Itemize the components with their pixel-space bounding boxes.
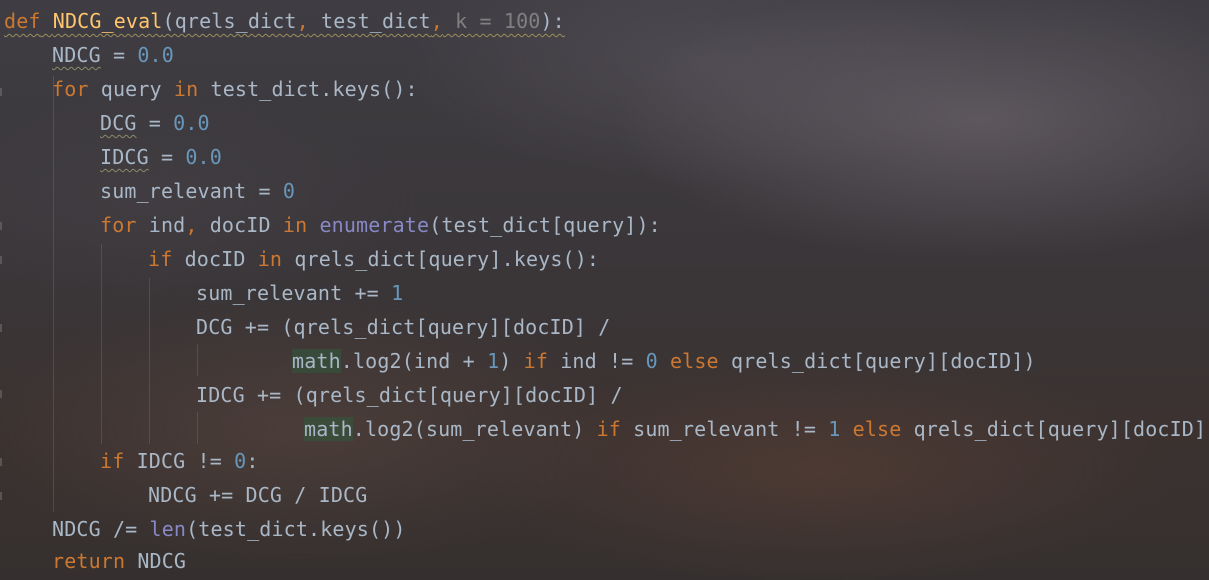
code-line-3[interactable]: for query in test_dict.keys(): xyxy=(52,72,418,106)
keyword-else: else xyxy=(669,349,719,373)
loop-var: query xyxy=(88,77,174,101)
param-k-default: k = 100 xyxy=(442,9,541,33)
keyword-for: for xyxy=(100,213,137,237)
gutter-marker xyxy=(0,324,2,332)
expression: ind != xyxy=(548,349,646,373)
assignment: NDCG += DCG / IDCG xyxy=(148,483,368,507)
expression xyxy=(840,417,852,441)
code-line-1[interactable]: def NDCG_eval(qrels_dict, test_dict, k =… xyxy=(4,4,565,38)
number-literal: 0 xyxy=(645,349,658,373)
signature-open: (qrels_dict xyxy=(162,9,297,33)
return-value: NDCG xyxy=(125,549,187,573)
loop-var: docID xyxy=(197,213,283,237)
module-math: math xyxy=(292,349,341,373)
keyword-in: in xyxy=(282,213,308,237)
module-math: math xyxy=(304,417,353,441)
param-test-dict: test_dict xyxy=(308,9,431,33)
number-literal: 0.0 xyxy=(185,145,222,169)
assignment: sum_relevant = xyxy=(100,179,283,203)
colon: : xyxy=(246,449,259,473)
code-line-9[interactable]: sum_relevant += 1 xyxy=(196,276,403,310)
gutter-marker xyxy=(0,492,2,500)
expression: (test_dict.keys()) xyxy=(186,517,406,541)
code-line-4[interactable]: DCG = 0.0 xyxy=(100,106,210,140)
expression xyxy=(658,349,670,373)
expression: .log2(sum_relevant) xyxy=(352,417,597,441)
code-line-5[interactable]: IDCG = 0.0 xyxy=(100,140,222,174)
number-literal: 1 xyxy=(487,349,500,373)
number-literal: 0 xyxy=(234,449,247,473)
builtin-len: len xyxy=(149,517,187,541)
keyword-def: def xyxy=(4,9,41,33)
code-line-11[interactable]: math.log2(ind + 1) if ind != 0 else qrel… xyxy=(292,344,1036,378)
indent-guide xyxy=(197,344,198,376)
number-literal: 0.0 xyxy=(137,43,174,67)
comma: , xyxy=(185,213,198,237)
gutter-marker xyxy=(0,256,2,264)
code-line-15[interactable]: NDCG += DCG / IDCG xyxy=(148,478,367,512)
number-literal: 0 xyxy=(282,179,296,203)
assignment: IDCG += (qrels_dict[query][docID] / xyxy=(196,383,623,407)
code-line-10[interactable]: DCG += (qrels_dict[query][docID] / xyxy=(196,310,611,344)
gutter-marker xyxy=(0,88,2,96)
assignment: NDCG /= xyxy=(52,517,150,541)
code-editor[interactable]: def NDCG_eval(qrels_dict, test_dict, k =… xyxy=(0,0,1209,580)
operator: = xyxy=(136,111,174,135)
builtin-enumerate: enumerate xyxy=(307,213,430,237)
keyword-if: if xyxy=(523,349,549,373)
keyword-return: return xyxy=(52,549,126,573)
code-line-12[interactable]: IDCG += (qrels_dict[query][docID] / xyxy=(196,378,623,412)
variable-ndcg: NDCG xyxy=(52,43,101,67)
function-name: NDCG_eval xyxy=(52,9,163,33)
expression: .log2(ind + xyxy=(340,349,488,373)
expression: ) xyxy=(499,349,524,373)
assignment: sum_relevant += xyxy=(196,281,392,305)
operator: = xyxy=(100,43,138,67)
number-literal: 0.0 xyxy=(173,111,210,135)
code-line-13[interactable]: math.log2(sum_relevant) if sum_relevant … xyxy=(304,412,1209,446)
iterable: test_dict.keys(): xyxy=(198,77,418,101)
gutter-marker xyxy=(0,458,2,466)
assignment: DCG += (qrels_dict[query][docID] / xyxy=(196,315,611,339)
keyword-in: in xyxy=(257,247,283,271)
code-line-2[interactable]: NDCG = 0.0 xyxy=(52,38,174,72)
signature-close: ): xyxy=(540,9,565,33)
gutter-marker xyxy=(0,390,2,398)
number-literal: 1 xyxy=(391,281,404,305)
loop-var: ind xyxy=(136,213,186,237)
keyword-if: if xyxy=(100,449,125,473)
iterable: (test_dict[query]): xyxy=(429,213,661,237)
comma: , xyxy=(296,9,309,33)
indent-guide xyxy=(197,412,198,444)
keyword-if: if xyxy=(596,417,621,441)
keyword-else: else xyxy=(852,417,902,441)
condition: docID xyxy=(172,247,258,271)
operator: = xyxy=(148,145,186,169)
indent-guide xyxy=(101,244,102,444)
keyword-if: if xyxy=(148,247,173,271)
function-signature: def NDCG_eval(qrels_dict, test_dict, k =… xyxy=(4,9,565,33)
code-line-16[interactable]: NDCG /= len(test_dict.keys()) xyxy=(52,512,406,546)
code-line-17[interactable]: return NDCG xyxy=(52,544,186,578)
condition: qrels_dict[query].keys(): xyxy=(282,247,600,271)
condition: IDCG != xyxy=(124,449,235,473)
variable-dcg: DCG xyxy=(100,111,137,135)
gutter-marker xyxy=(0,222,2,230)
keyword-for: for xyxy=(52,77,89,101)
code-line-6[interactable]: sum_relevant = 0 xyxy=(100,174,295,208)
variable-idcg: IDCG xyxy=(100,145,149,169)
expression: qrels_dict[query][docID]) xyxy=(901,417,1209,441)
keyword-in: in xyxy=(173,77,199,101)
code-line-7[interactable]: for ind, docID in enumerate(test_dict[qu… xyxy=(100,208,661,242)
expression: sum_relevant != xyxy=(620,417,829,441)
code-line-14[interactable]: if IDCG != 0: xyxy=(100,444,259,478)
number-literal: 1 xyxy=(828,417,841,441)
comma: , xyxy=(430,9,443,33)
code-line-8[interactable]: if docID in qrels_dict[query].keys(): xyxy=(148,242,599,276)
indent-guide xyxy=(53,76,54,512)
expression: qrels_dict[query][docID]) xyxy=(718,349,1036,373)
indent-guide xyxy=(149,278,150,444)
